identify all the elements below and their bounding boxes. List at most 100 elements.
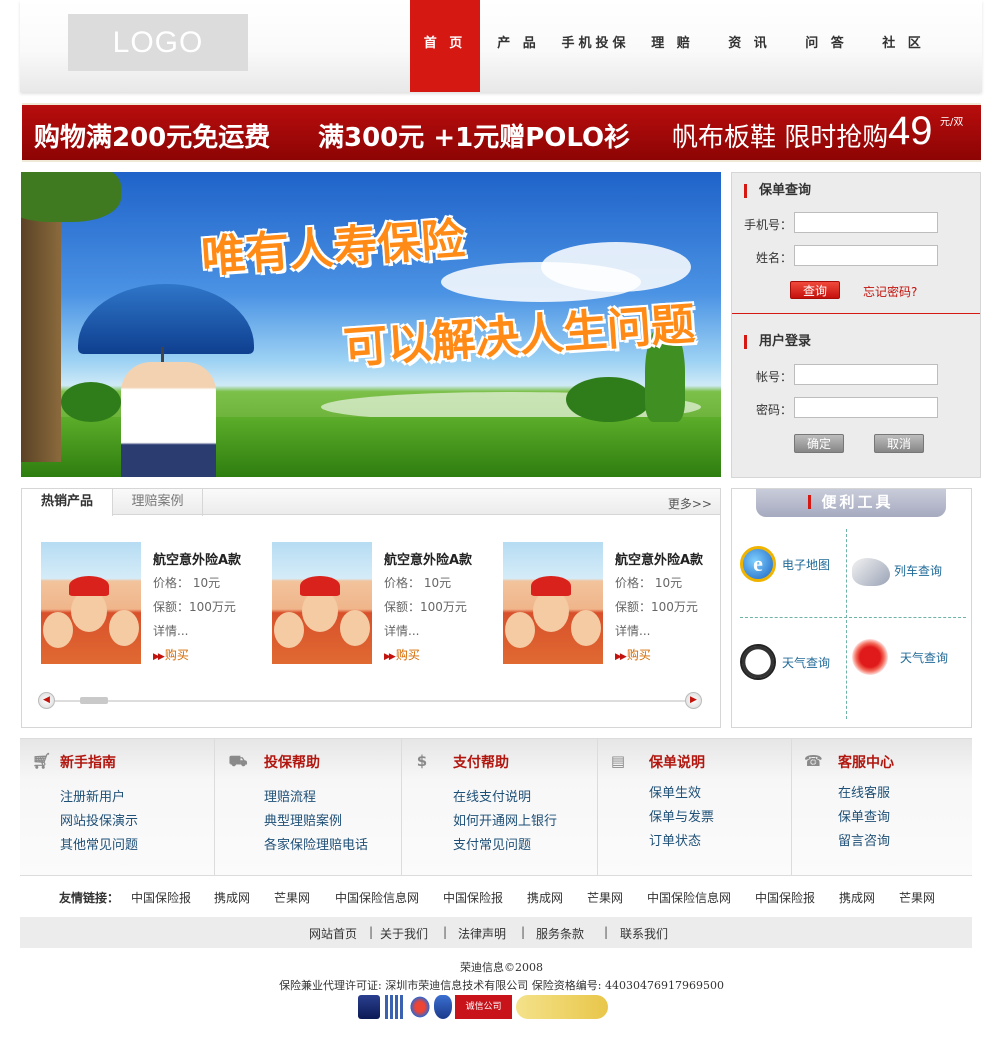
trust-badge-icon[interactable]	[409, 995, 431, 1019]
product-details-link[interactable]: 详情...	[384, 622, 419, 639]
bush-shape	[566, 377, 651, 422]
friend-link[interactable]: 中国保险报	[443, 889, 503, 906]
friend-link[interactable]: 携成网	[214, 889, 250, 906]
footer-link-legal[interactable]: 法律声明	[458, 925, 506, 942]
bank-badge-icon[interactable]	[385, 995, 405, 1019]
credit-company-badge[interactable]: 诚信公司	[455, 995, 512, 1019]
footer-link-terms[interactable]: 服务条款	[536, 925, 584, 942]
guide-link[interactable]: 留言咨询	[838, 830, 890, 849]
cap-shape	[69, 576, 109, 596]
promo-price-unit: 元/双	[940, 117, 964, 128]
buy-button[interactable]: ▶▶ 购买	[615, 646, 651, 663]
name-input[interactable]	[794, 245, 938, 266]
nav-home[interactable]: 首 页	[410, 0, 480, 92]
guide-title: 保单说明	[649, 755, 705, 771]
police-badge-icon[interactable]	[358, 995, 380, 1019]
guide-link[interactable]: 在线客服	[838, 782, 890, 801]
friend-link[interactable]: 芒果网	[274, 889, 310, 906]
guide-link[interactable]: 保单查询	[838, 806, 890, 825]
scroll-right-icon[interactable]: ▶	[685, 692, 702, 709]
footer-link-contact[interactable]: 联系我们	[620, 925, 668, 942]
friend-link[interactable]: 中国保险信息网	[335, 889, 419, 906]
double-arrow-icon: ▶▶	[153, 652, 165, 662]
face-shape	[302, 590, 338, 632]
cancel-button[interactable]: 取消	[874, 434, 924, 453]
dollar-icon: $	[416, 752, 428, 770]
ie-icon: e	[740, 546, 776, 582]
site-logo[interactable]: LOGO	[68, 14, 248, 71]
nav-qa[interactable]: 问 答	[788, 0, 865, 92]
phone-label: 手机号：	[743, 218, 792, 232]
footer-link-about[interactable]: 关于我们	[380, 925, 428, 942]
tab-hot-products[interactable]: 热销产品	[22, 489, 113, 516]
query-button[interactable]: 查询	[790, 281, 840, 299]
product-card[interactable]: 航空意外险A款 价格： 10元 保额：100万元 详情... ▶▶ 购买	[272, 542, 487, 667]
guide-link[interactable]: 网站投保演示	[60, 810, 138, 829]
friend-link[interactable]: 芒果网	[587, 889, 623, 906]
guide-link[interactable]: 如何开通网上银行	[453, 810, 557, 829]
product-card[interactable]: 航空意外险A款 价格： 10元 保额：100万元 详情... ▶▶ 购买	[503, 542, 718, 667]
friend-link[interactable]: 中国保险报	[755, 889, 815, 906]
tools-divider-v	[846, 529, 847, 719]
guide-column: ▤ 保单说明 保单生效 保单与发票 订单状态	[598, 739, 792, 875]
product-card[interactable]: 航空意外险A款 价格： 10元 保额：100万元 详情... ▶▶ 购买	[41, 542, 256, 667]
footer-link-home[interactable]: 网站首页	[309, 925, 357, 942]
nav-news[interactable]: 资 讯	[711, 0, 788, 92]
account-input[interactable]	[794, 364, 938, 385]
nav-claims[interactable]: 理 赔	[634, 0, 711, 92]
guide-link[interactable]: 理赔流程	[264, 786, 316, 805]
phone-input[interactable]	[794, 212, 938, 233]
product-details-link[interactable]: 详情...	[153, 622, 188, 639]
friend-link[interactable]: 携成网	[839, 889, 875, 906]
confirm-button[interactable]: 确定	[794, 434, 844, 453]
product-scrollbar-track[interactable]	[49, 700, 689, 702]
nav-products[interactable]: 产 品	[480, 0, 557, 92]
cloud-shape	[541, 242, 691, 292]
product-name[interactable]: 航空意外险A款	[384, 549, 472, 568]
product-name[interactable]: 航空意外险A款	[153, 549, 241, 568]
face-shape	[505, 612, 535, 648]
shield-badge-icon[interactable]	[434, 995, 452, 1019]
guide-title: 投保帮助	[264, 755, 320, 771]
guide-link[interactable]: 保单与发票	[649, 806, 714, 825]
double-arrow-icon: ▶▶	[384, 652, 396, 662]
family-graphic	[121, 362, 216, 477]
face-shape	[533, 590, 569, 632]
product-scrollbar-thumb[interactable]	[79, 697, 108, 704]
product-name[interactable]: 航空意外险A款	[615, 549, 703, 568]
product-image[interactable]	[41, 542, 141, 664]
tool-label: 天气查询	[900, 651, 949, 665]
guide-link[interactable]: 各家保险理赔电话	[264, 834, 368, 853]
forgot-password-link[interactable]: 忘记密码?	[863, 283, 917, 300]
user-login-title: 用户登录	[744, 335, 811, 349]
face-shape	[571, 610, 601, 646]
guide-link[interactable]: 支付常见问题	[453, 834, 531, 853]
panel-divider	[732, 313, 980, 314]
nav-community[interactable]: 社 区	[865, 0, 942, 92]
friend-link[interactable]: 中国保险信息网	[647, 889, 731, 906]
tab-claim-cases[interactable]: 理赔案例	[113, 489, 203, 516]
friend-link[interactable]: 中国保险报	[131, 889, 191, 906]
guide-link[interactable]: 其他常见问题	[60, 834, 138, 853]
product-details-link[interactable]: 详情...	[615, 622, 650, 639]
promo-banner[interactable]: 购物满200元免运费 满300元 +1元赠POLO衫 帆布板鞋 限时抢购 49 …	[22, 103, 981, 162]
scroll-left-icon[interactable]: ◀	[38, 692, 55, 709]
more-link[interactable]: 更多>>	[668, 495, 712, 512]
tools-box: 便利工具 e 电子地图 列车查询 天气查询 天气查询	[731, 488, 972, 728]
product-image[interactable]	[503, 542, 603, 664]
gold-badge-icon[interactable]	[516, 995, 608, 1019]
friend-link[interactable]: 芒果网	[899, 889, 935, 906]
nav-mobile-insure[interactable]: 手机投保	[557, 0, 634, 92]
guide-link[interactable]: 保单生效	[649, 782, 701, 801]
guide-link[interactable]: 订单状态	[649, 830, 701, 849]
friend-link[interactable]: 携成网	[527, 889, 563, 906]
guide-link[interactable]: 在线支付说明	[453, 786, 531, 805]
password-input[interactable]	[794, 397, 938, 418]
promo-free-shipping: 购物满200元免运费	[34, 123, 271, 153]
buy-button[interactable]: ▶▶ 购买	[153, 646, 189, 663]
product-image[interactable]	[272, 542, 372, 664]
guide-link[interactable]: 典型理赔案例	[264, 810, 342, 829]
guide-link[interactable]: 注册新用户	[60, 786, 125, 805]
hero-banner[interactable]: 唯有人寿保险 可以解决人生问题	[21, 172, 721, 477]
buy-button[interactable]: ▶▶ 购买	[384, 646, 420, 663]
